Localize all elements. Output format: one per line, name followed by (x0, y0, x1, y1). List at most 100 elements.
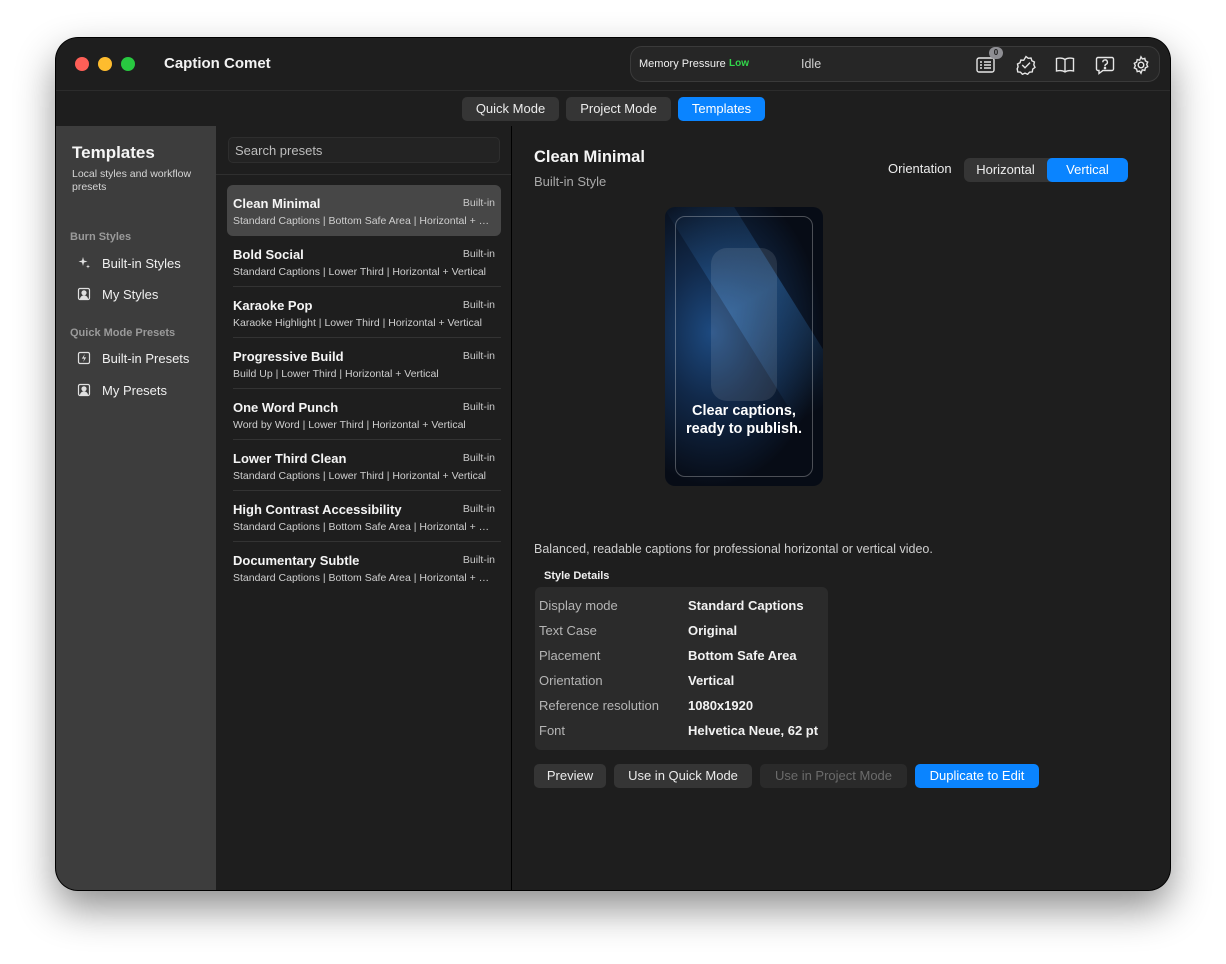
preset-tag: Built-in (462, 503, 495, 515)
preset-tag: Built-in (462, 401, 495, 413)
preview-caption: Clear captions, ready to publish. (665, 402, 823, 438)
style-detail-key: Reference resolution (539, 698, 659, 713)
gear-icon[interactable] (1130, 55, 1152, 75)
sidebar-item-built-in-styles[interactable]: Built-in Styles (76, 252, 181, 274)
style-detail-key: Display mode (539, 598, 618, 613)
sidebar-item-label: My Styles (102, 286, 159, 302)
section-quick-mode-presets: Quick Mode Presets (70, 327, 176, 339)
sidebar-item-built-in-presets[interactable]: Built-in Presets (76, 347, 189, 369)
user-square-icon (76, 382, 92, 398)
preset-tag: Built-in (462, 299, 495, 311)
style-detail-row: Placement Bottom Safe Area (539, 648, 825, 668)
preset-tag: Built-in (462, 554, 495, 566)
style-detail-row: Font Helvetica Neue, 62 pt (539, 723, 825, 743)
list-divider (216, 174, 511, 175)
preset-name: Lower Third Clean (233, 451, 347, 466)
preset-row-high-contrast-accessibility[interactable]: High Contrast Accessibility Built-in Sta… (227, 491, 501, 542)
style-detail-value: Standard Captions (688, 598, 804, 613)
preset-row-one-word-punch[interactable]: One Word Punch Built-in Word by Word | L… (227, 389, 501, 440)
preset-description: Standard Captions | Bottom Safe Area | H… (233, 572, 495, 584)
memory-pressure-label: Memory Pressure (639, 58, 726, 70)
app-title: Caption Comet (164, 55, 271, 72)
style-preview: Clear captions, ready to publish. (665, 207, 823, 486)
app-window: Caption Comet Memory Pressure Low Idle 0 (56, 38, 1170, 890)
zoom-window-button[interactable] (121, 57, 135, 71)
style-detail-value: Helvetica Neue, 62 pt (688, 723, 819, 738)
log-count-badge: 0 (989, 47, 1003, 59)
sidebar-item-label: Built-in Presets (102, 350, 190, 366)
preset-list-pane: Clean Minimal Built-in Standard Captions… (216, 126, 512, 890)
section-burn-styles: Burn Styles (70, 231, 132, 243)
book-icon[interactable] (1054, 55, 1076, 75)
preset-description: Standard Captions | Bottom Safe Area | H… (233, 215, 495, 227)
search-input[interactable] (228, 137, 500, 163)
minimize-window-button[interactable] (98, 57, 112, 71)
idle-status: Idle (801, 57, 822, 71)
style-detail-value: Bottom Safe Area (688, 648, 797, 663)
style-detail-value: 1080x1920 (688, 698, 754, 713)
style-detail-key: Font (539, 723, 566, 738)
sidebar-item-label: Built-in Styles (102, 255, 181, 271)
tab-project-mode[interactable]: Project Mode (566, 97, 671, 121)
preset-row-progressive-build[interactable]: Progressive Build Built-in Build Up | Lo… (227, 338, 501, 389)
preset-row-clean-minimal[interactable]: Clean Minimal Built-in Standard Captions… (227, 185, 501, 236)
detail-subtitle: Built-in Style (534, 174, 607, 189)
preset-row-documentary-subtle[interactable]: Documentary Subtle Built-in Standard Cap… (227, 542, 501, 593)
style-detail-key: Placement (539, 648, 601, 663)
sidebar-item-my-presets[interactable]: My Presets (76, 379, 167, 401)
sidebar-subtitle: Local styles and workflow presets (72, 168, 192, 193)
preset-name: Karaoke Pop (233, 298, 313, 313)
preset-description: Standard Captions | Bottom Safe Area | H… (233, 521, 495, 533)
tab-quick-mode[interactable]: Quick Mode (462, 97, 559, 121)
sidebar-item-my-styles[interactable]: My Styles (76, 283, 158, 305)
memory-pressure-value: Low (729, 58, 749, 69)
sidebar-title: Templates (72, 143, 155, 162)
close-window-button[interactable] (75, 57, 89, 71)
title-bar: Caption Comet Memory Pressure Low Idle 0 (56, 38, 1170, 90)
preset-name: Progressive Build (233, 349, 344, 364)
preset-name: Bold Social (233, 247, 304, 262)
preview-button[interactable]: Preview (534, 764, 606, 788)
use-in-project-mode-button[interactable]: Use in Project Mode (760, 764, 907, 788)
orientation-horizontal-button[interactable]: Horizontal (964, 158, 1047, 182)
verified-icon[interactable] (1015, 55, 1037, 76)
orientation-vertical-button[interactable]: Vertical (1047, 158, 1128, 182)
style-description: Balanced, readable captions for professi… (534, 542, 933, 556)
preset-tag: Built-in (462, 350, 495, 362)
mode-switcher: Quick Mode Project Mode Templates (56, 90, 1170, 126)
preset-description: Standard Captions | Lower Third | Horizo… (233, 266, 487, 278)
orientation-label: Orientation (888, 161, 952, 176)
style-detail-row: Orientation Vertical (539, 673, 825, 693)
orientation-segmented-control: Horizontal Vertical (964, 158, 1128, 182)
style-detail-value: Original (688, 623, 738, 638)
tab-templates[interactable]: Templates (678, 97, 765, 121)
bolt-square-icon (76, 350, 92, 366)
style-detail-value: Vertical (688, 673, 735, 688)
sidebar: Templates Local styles and workflow pres… (56, 126, 216, 890)
preset-description: Build Up | Lower Third | Horizontal + Ve… (233, 368, 439, 380)
preset-tag: Built-in (462, 248, 495, 260)
style-detail-row: Display mode Standard Captions (539, 598, 825, 618)
style-detail-key: Orientation (539, 673, 603, 688)
duplicate-to-edit-button[interactable]: Duplicate to Edit (915, 764, 1039, 788)
preset-name: Documentary Subtle (233, 553, 360, 568)
preset-description: Word by Word | Lower Third | Horizontal … (233, 419, 466, 431)
preset-tag: Built-in (462, 452, 495, 464)
detail-title: Clean Minimal (534, 148, 645, 166)
preview-caption-line: ready to publish. (685, 421, 802, 437)
preset-row-bold-social[interactable]: Bold Social Built-in Standard Captions |… (227, 236, 501, 287)
use-in-quick-mode-button[interactable]: Use in Quick Mode (614, 764, 752, 788)
style-detail-row: Text Case Original (539, 623, 825, 643)
help-icon[interactable] (1094, 55, 1116, 75)
preset-name: Clean Minimal (233, 196, 321, 211)
detail-pane: Clean Minimal Built-in Style Orientation… (512, 126, 1170, 890)
preset-row-lower-third-clean[interactable]: Lower Third Clean Built-in Standard Capt… (227, 440, 501, 491)
preview-caption-line: Clear captions, (692, 403, 796, 419)
sparkle-icon (76, 255, 92, 271)
style-details-header: Style Details (544, 570, 610, 582)
preset-description: Standard Captions | Lower Third | Horizo… (233, 470, 487, 482)
status-bar: Memory Pressure Low Idle 0 (630, 46, 1160, 82)
preset-description: Karaoke Highlight | Lower Third | Horizo… (233, 317, 482, 329)
preset-row-karaoke-pop[interactable]: Karaoke Pop Built-in Karaoke Highlight |… (227, 287, 501, 338)
style-detail-row: Reference resolution 1080x1920 (539, 698, 825, 718)
